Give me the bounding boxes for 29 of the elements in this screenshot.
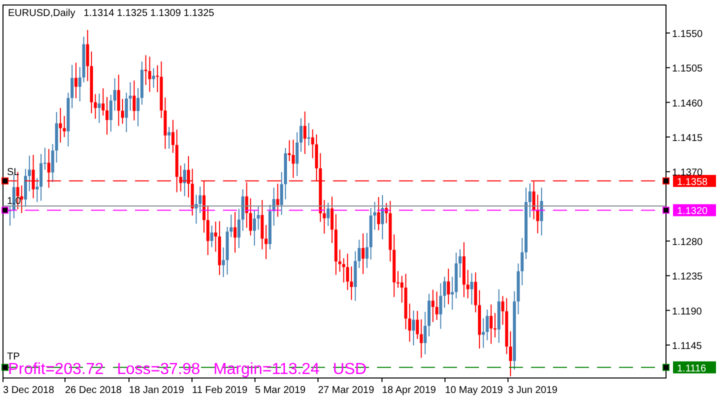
level-handle[interactable] <box>2 364 8 371</box>
price-axis-label: 1.1505 <box>672 64 703 75</box>
price-axis-label: 1.1415 <box>672 133 703 144</box>
level-handle[interactable] <box>662 206 670 214</box>
level-label: SL <box>7 166 20 178</box>
time-axis-label: 18 Jan 2019 <box>129 385 184 396</box>
time-axis-label: 5 Mar 2019 <box>255 385 306 396</box>
price-tag: 1.1116 <box>673 361 716 374</box>
level-label: TP <box>7 351 20 362</box>
price-tag: 1.1358 <box>673 174 716 188</box>
chart-title: EURUSD,Daily 1.1314 1.1325 1.1309 1.1325 <box>8 8 214 19</box>
time-axis-label: 11 Feb 2019 <box>192 385 248 396</box>
price-axis-label: 1.1145 <box>672 341 702 352</box>
price-tag: 1.1320 <box>673 204 716 218</box>
time-axis-label: 3 Jun 2019 <box>508 385 558 396</box>
level-handle[interactable] <box>2 177 8 184</box>
level-handle[interactable] <box>2 206 8 214</box>
price-axis-label: 1.1190 <box>672 306 702 318</box>
time-axis-label: 10 May 2019 <box>445 385 503 396</box>
time-axis-label: 26 Dec 2018 <box>65 385 122 396</box>
level-handle[interactable] <box>662 177 670 184</box>
time-axis-label: 27 Mar 2019 <box>318 385 374 396</box>
time-axis-label: 3 Dec 2018 <box>3 385 54 396</box>
price-axis-label: 1.1460 <box>672 98 703 110</box>
price-axis-label: 1.1550 <box>672 29 703 40</box>
time-axis-label: 18 Apr 2019 <box>382 385 436 396</box>
price-axis-label: 1.1280 <box>672 237 703 248</box>
level-handle[interactable] <box>662 364 670 371</box>
price-axis-label: 1.1235 <box>672 272 703 283</box>
